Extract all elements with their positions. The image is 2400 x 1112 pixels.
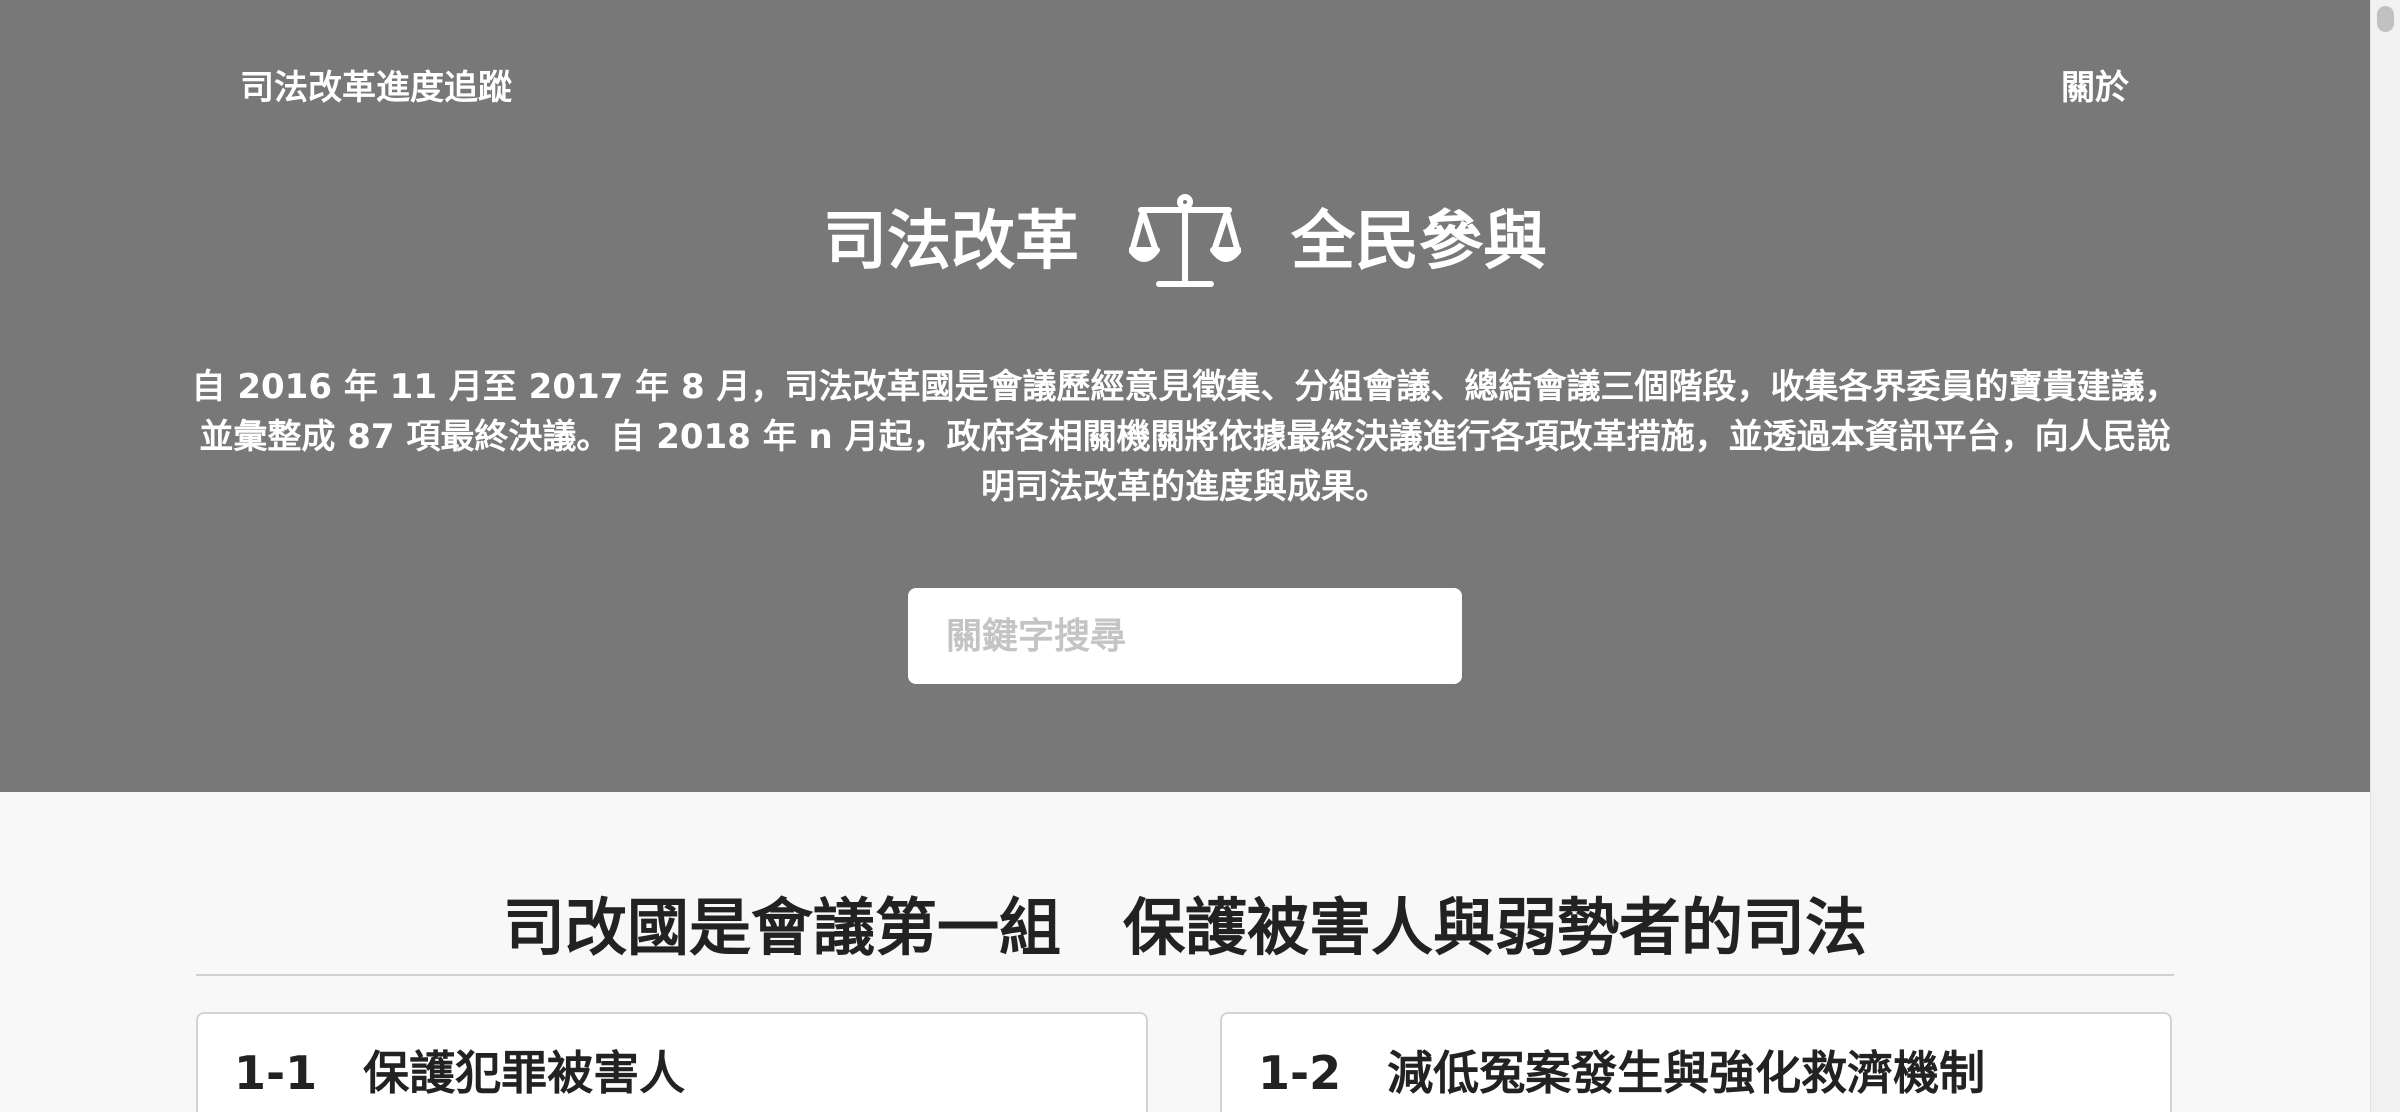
card-1-1[interactable]: 1-1 保護犯罪被害人 <box>196 1012 1148 1112</box>
about-link[interactable]: 關於 <box>2061 64 2129 112</box>
hero-banner: 司法改革進度追蹤 關於 司法改革 全民參與 自 2016 年 11 月至 201… <box>0 0 2370 792</box>
card-title: 1-2 減低冤案發生與強化救濟機制 <box>1258 1046 1986 1100</box>
search-input[interactable] <box>908 588 1462 684</box>
hero-title-right: 全民參與 <box>1291 205 1547 279</box>
scales-of-justice-icon <box>1129 194 1241 287</box>
hero-description: 自 2016 年 11 月至 2017 年 8 月，司法改革國是會議歷經意見徵集… <box>191 367 2179 507</box>
section-divider <box>196 974 2174 976</box>
hero-title-left: 司法改革 <box>823 205 1079 279</box>
scrollbar[interactable] <box>2370 0 2400 1112</box>
hero-title: 司法改革 全民參與 <box>0 192 2370 292</box>
page: 司法改革進度追蹤 關於 司法改革 全民參與 自 2016 年 11 月至 201… <box>0 0 2370 1112</box>
brand-link[interactable]: 司法改革進度追蹤 <box>240 64 512 112</box>
card-title: 1-1 保護犯罪被害人 <box>234 1046 686 1100</box>
card-1-2[interactable]: 1-2 減低冤案發生與強化救濟機制 <box>1220 1012 2172 1112</box>
search-bar <box>908 588 1462 684</box>
scrollbar-thumb[interactable] <box>2377 6 2394 32</box>
section-title: 司改國是會議第一組 保護被害人與弱勢者的司法 <box>502 891 1867 964</box>
